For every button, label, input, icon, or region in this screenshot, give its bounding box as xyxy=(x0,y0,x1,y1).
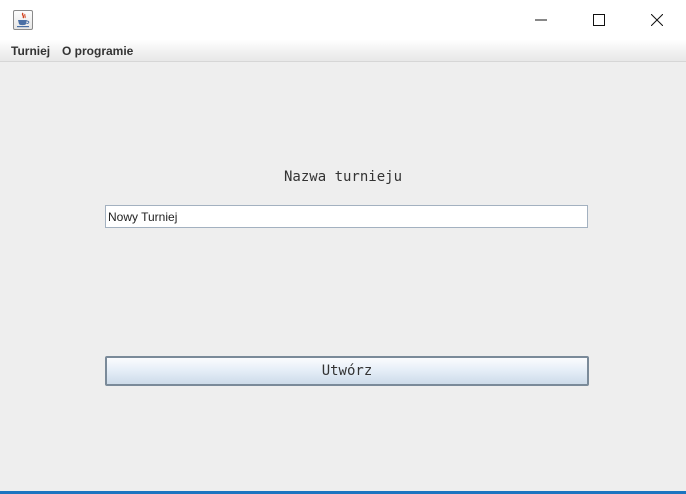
create-button[interactable]: Utwórz xyxy=(105,356,589,386)
tournament-name-input[interactable] xyxy=(105,205,588,228)
menu-turniej[interactable]: Turniej xyxy=(11,43,50,59)
minimize-button[interactable] xyxy=(512,0,570,40)
minimize-icon xyxy=(535,19,547,21)
tournament-name-label: Nazwa turnieju xyxy=(284,169,403,185)
app-window: Turniej O programie Nazwa turnieju Utwór… xyxy=(0,0,686,494)
maximize-icon xyxy=(593,14,605,26)
java-coffee-cup-icon[interactable] xyxy=(13,10,33,30)
title-bar[interactable] xyxy=(0,0,686,40)
menu-o-programie[interactable]: O programie xyxy=(62,43,133,59)
close-icon xyxy=(651,14,663,26)
maximize-button[interactable] xyxy=(570,0,628,40)
close-button[interactable] xyxy=(628,0,686,40)
menu-bar: Turniej O programie xyxy=(0,40,686,62)
